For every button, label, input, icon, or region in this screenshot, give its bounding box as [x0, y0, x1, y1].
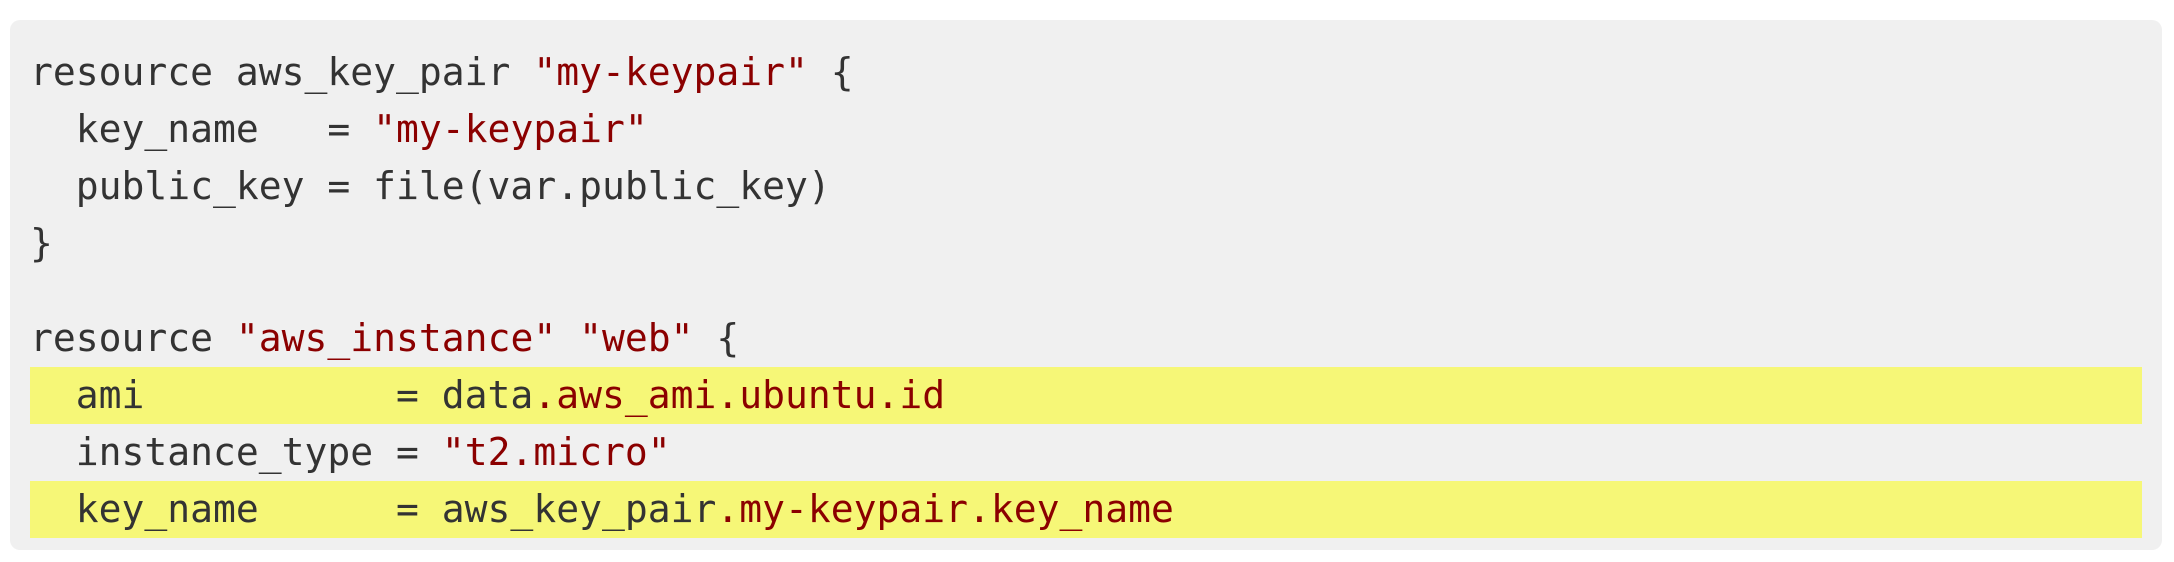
code-token: key_name = aws_key_pair	[30, 487, 717, 531]
code-token: ami = data	[30, 373, 534, 417]
code-token: key_name =	[30, 107, 374, 151]
code-token: resource aws_key_pair	[30, 50, 534, 94]
string-token: "t2.micro"	[441, 430, 671, 474]
code-block: resource aws_key_pair "my-keypair" { key…	[10, 20, 2162, 550]
code-line: resource aws_key_pair "my-keypair" {	[10, 44, 2162, 101]
code-token: {	[807, 50, 854, 94]
code-token: instance_type =	[30, 430, 442, 474]
string-token: "web"	[579, 316, 694, 360]
highlighted-code-line: key_name = aws_key_pair.my-keypair.key_n…	[30, 481, 2142, 538]
reference-token: .aws_ami.ubuntu.id	[533, 373, 946, 417]
reference-token: .my-keypair.key_name	[716, 487, 1174, 531]
code-line: instance_type = "t2.micro"	[10, 424, 2162, 481]
code-line: resource "aws_instance" "web" {	[10, 310, 2162, 367]
code-token: public_key = file(var.public_key)	[30, 164, 831, 208]
string-token: "my-keypair"	[533, 50, 808, 94]
code-token: {	[693, 316, 740, 360]
code-line: key_name = "my-keypair"	[10, 101, 2162, 158]
code-token: }	[30, 221, 53, 265]
code-line: public_key = file(var.public_key)	[10, 158, 2162, 215]
highlighted-code-line: ami = data.aws_ami.ubuntu.id	[30, 367, 2142, 424]
code-token: resource	[30, 316, 236, 360]
string-token: "aws_instance"	[235, 316, 557, 360]
string-token: "my-keypair"	[373, 107, 648, 151]
code-line: }	[10, 215, 2162, 272]
